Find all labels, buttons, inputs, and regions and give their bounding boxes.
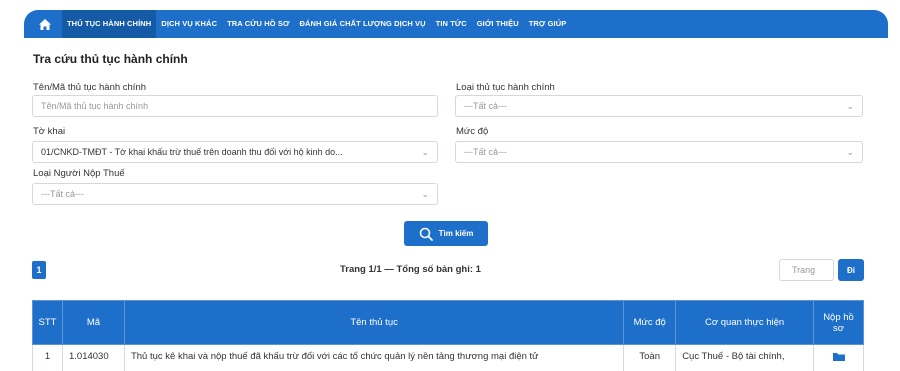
nav-item-gioi-thieu[interactable]: GIỚI THIỆU bbox=[472, 10, 524, 38]
row-code: 1.014030 bbox=[61, 344, 125, 371]
level-field-label: Mức độ bbox=[456, 126, 489, 137]
nav-item-danh-gia-chat-luong[interactable]: ĐÁNH GIÁ CHẤT LƯỢNG DỊCH VỤ bbox=[295, 10, 431, 38]
column-header-submit: Nộp hồ sơ bbox=[813, 300, 864, 345]
type-select-value: ---Tất cả--- bbox=[464, 101, 507, 111]
page-input-placeholder: Trang bbox=[792, 265, 816, 275]
row-procedure-link[interactable]: Thủ tục kê khai và nộp thuế đã khấu trừ … bbox=[123, 344, 625, 371]
page-input[interactable]: Trang bbox=[779, 259, 834, 281]
nav-item-tra-cuu-ho-so[interactable]: TRA CỨU HỒ SƠ bbox=[222, 10, 294, 38]
chevron-down-icon: ⌄ bbox=[421, 146, 429, 157]
nav-item-dich-vu-khac[interactable]: DỊCH VỤ KHÁC bbox=[156, 10, 222, 38]
column-header-code: Mã bbox=[61, 300, 125, 345]
form-field-label: Tờ khai bbox=[33, 126, 66, 137]
name-search-placeholder: Tên/Mã thủ tục hành chính bbox=[41, 101, 149, 111]
results-table: STT Mã Tên thủ tục Mức độ Cơ quan thực h… bbox=[32, 300, 864, 371]
type-select[interactable]: ---Tất cả--- ⌄ bbox=[455, 95, 863, 117]
home-icon[interactable] bbox=[34, 13, 56, 35]
folder-icon[interactable] bbox=[832, 351, 846, 362]
form-select[interactable]: 01/CNKD-TMĐT - Tờ khai khấu trừ thuế trê… bbox=[32, 141, 438, 163]
page-title: Tra cứu thủ tục hành chính bbox=[33, 52, 188, 66]
nav-item-tro-giup[interactable]: TRỢ GIÚP bbox=[524, 10, 572, 38]
search-button[interactable]: Tìm kiếm bbox=[404, 221, 488, 246]
chevron-down-icon: ⌄ bbox=[421, 188, 429, 199]
row-stt: 1 bbox=[32, 344, 63, 371]
chevron-down-icon: ⌄ bbox=[846, 100, 854, 111]
nav-item-tin-tuc[interactable]: TIN TỨC bbox=[431, 10, 472, 38]
column-header-stt: STT bbox=[32, 300, 63, 345]
submit-cell bbox=[813, 344, 864, 371]
search-icon bbox=[419, 227, 433, 241]
form-select-value: 01/CNKD-TMĐT - Tờ khai khấu trừ thuế trê… bbox=[41, 147, 343, 157]
row-agency: Cục Thuế - Bộ tài chính, bbox=[675, 344, 815, 371]
table-header-row: STT Mã Tên thủ tục Mức độ Cơ quan thực h… bbox=[32, 300, 864, 345]
column-header-agency: Cơ quan thực hiện bbox=[675, 300, 815, 345]
chevron-down-icon: ⌄ bbox=[846, 146, 854, 157]
column-header-level: Mức độ bbox=[623, 300, 677, 345]
table-row: 1 1.014030 Thủ tục kê khai và nộp thuế đ… bbox=[32, 344, 864, 371]
type-field-label: Loại thủ tục hành chính bbox=[456, 82, 555, 93]
level-select[interactable]: ---Tất cả--- ⌄ bbox=[455, 141, 863, 163]
name-search-input[interactable]: Tên/Mã thủ tục hành chính bbox=[32, 95, 438, 117]
column-header-name: Tên thủ tục bbox=[123, 300, 625, 345]
go-button[interactable]: Đi bbox=[838, 259, 864, 281]
main-navbar: THỦ TỤC HÀNH CHÍNH DỊCH VỤ KHÁC TRA CỨU … bbox=[24, 10, 888, 38]
name-field-label: Tên/Mã thủ tục hành chính bbox=[33, 82, 147, 93]
page-summary: Trang 1/1 — Tổng số bản ghi: 1 bbox=[340, 264, 481, 275]
row-level: Toàn bbox=[623, 344, 677, 371]
taxpayer-select[interactable]: ---Tất cả--- ⌄ bbox=[32, 183, 438, 205]
page-number-button[interactable]: 1 bbox=[32, 261, 46, 279]
level-select-value: ---Tất cả--- bbox=[464, 147, 507, 157]
taxpayer-field-label: Loại Người Nộp Thuế bbox=[33, 168, 125, 179]
search-button-label: Tìm kiếm bbox=[438, 229, 474, 238]
nav-item-thu-tuc-hanh-chinh[interactable]: THỦ TỤC HÀNH CHÍNH bbox=[62, 10, 157, 38]
taxpayer-select-value: ---Tất cả--- bbox=[41, 189, 84, 199]
